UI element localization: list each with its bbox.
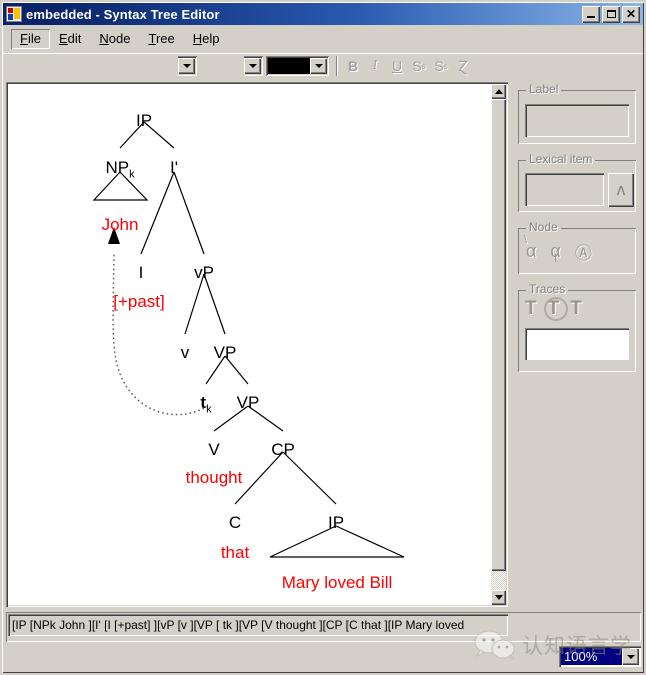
strikethrough-button[interactable]: Ɀ <box>452 56 474 77</box>
menu-item-help-rest: elp <box>202 31 220 46</box>
font-family-value <box>3 56 178 76</box>
close-icon: ✕ <box>625 7 637 21</box>
canvas-vertical-scrollbar[interactable] <box>491 84 506 605</box>
maximize-icon <box>606 10 616 18</box>
lexical-item-input[interactable] <box>525 173 604 206</box>
menu-item-file-rest: ile <box>27 31 41 46</box>
tree-node-cp[interactable]: CP <box>271 441 295 458</box>
triangle-icon: ʌ <box>616 180 626 199</box>
minimize-button[interactable] <box>582 5 600 23</box>
zoom-value[interactable]: 100% <box>561 648 622 665</box>
node-group: Node \ α α Ⓐ <box>518 220 636 274</box>
tree-canvas-container: IP NPk I' John I [+past] vP v VP tk VP V… <box>6 82 508 607</box>
tools-side-panel: Label Lexical item ʌ Node \ α α Ⓐ Traces… <box>513 82 641 607</box>
scroll-up-icon[interactable] <box>491 84 506 99</box>
node-alpha-bar-icon[interactable]: α <box>550 241 561 262</box>
superscript-button[interactable]: Ss <box>430 56 452 77</box>
subscript-button[interactable]: Ss <box>408 56 430 77</box>
label-group-title: Label <box>526 82 562 96</box>
lexical-item-group-title: Lexical item <box>526 152 596 166</box>
trace-t-icon[interactable]: T <box>525 298 537 320</box>
scrollbar-thumb[interactable] <box>491 99 506 571</box>
tree-node-ip-embedded[interactable]: IP <box>328 514 344 531</box>
label-input[interactable] <box>525 104 629 137</box>
tree-node-trace-k[interactable]: tk <box>200 394 211 415</box>
tree-node-ip-root[interactable]: IP <box>136 112 152 129</box>
font-family-combo[interactable] <box>3 56 197 76</box>
tree-node-thought[interactable]: thought <box>186 469 243 486</box>
close-button[interactable]: ✕ <box>622 5 640 23</box>
syntax-tree: IP NPk I' John I [+past] vP v VP tk VP V… <box>8 84 491 605</box>
tree-node-mary-loved-bill[interactable]: Mary loved Bill <box>282 574 393 591</box>
syntax-tree-editor-window: embedded - Syntax Tree Editor ✕ File Edi… <box>0 0 646 675</box>
format-toolbar: B I U Ss Ss Ɀ <box>3 53 643 78</box>
menu-item-tree[interactable]: Tree <box>139 29 183 49</box>
tree-node-v-head[interactable]: V <box>208 441 219 458</box>
chevron-down-icon[interactable] <box>622 648 639 665</box>
tree-canvas[interactable]: IP NPk I' John I [+past] vP v VP tk VP V… <box>8 84 491 605</box>
menu-item-tree-rest: ree <box>155 31 175 46</box>
font-color-swatch <box>268 58 310 74</box>
app-squares-icon <box>6 6 22 22</box>
minimize-icon <box>587 16 595 18</box>
status-bar: 100% <box>3 644 643 672</box>
tree-node-c-head[interactable]: C <box>229 514 241 531</box>
tree-node-v-small[interactable]: v <box>181 344 190 361</box>
tree-node-npk-label: NP <box>105 158 130 177</box>
lexical-item-group: Lexical item ʌ <box>518 152 636 212</box>
toolbar-separator <box>336 56 338 76</box>
node-alpha-circled-icon[interactable]: Ⓐ <box>575 239 592 264</box>
tree-node-npk-index: k <box>129 168 135 181</box>
tree-node-npk[interactable]: NPk <box>105 159 134 180</box>
window-title: embedded - Syntax Tree Editor <box>26 6 220 22</box>
traces-group-title: Traces <box>526 282 569 296</box>
node-group-title: Node <box>526 220 561 234</box>
tree-node-vp-small[interactable]: vP <box>194 264 214 281</box>
traces-group: Traces T T T <box>518 282 636 372</box>
traces-input[interactable] <box>525 328 629 360</box>
chevron-down-icon[interactable] <box>244 58 261 74</box>
tree-node-john[interactable]: John <box>102 216 139 233</box>
menu-item-edit-rest: dit <box>67 31 82 46</box>
menu-item-node[interactable]: Node <box>90 29 139 49</box>
menu-item-help[interactable]: Help <box>184 29 229 49</box>
scroll-down-icon[interactable] <box>491 590 506 605</box>
menu-item-node-rest: ode <box>108 31 131 46</box>
title-bar: embedded - Syntax Tree Editor ✕ <box>3 3 643 25</box>
trace-t-circled-icon[interactable]: T <box>543 297 568 321</box>
bold-button[interactable]: B <box>342 56 364 77</box>
underline-button[interactable]: U <box>386 56 408 77</box>
bracket-notation-input[interactable]: [IP [NPk John ][I' [I [+past] ][vP [v ][… <box>8 614 508 636</box>
font-size-value <box>200 56 244 76</box>
scrollbar-track[interactable] <box>491 99 506 590</box>
trace-t-plain-icon[interactable]: T <box>570 298 582 320</box>
chevron-down-icon[interactable] <box>310 58 327 74</box>
tree-branches <box>92 121 405 558</box>
maximize-button[interactable] <box>602 5 620 23</box>
font-size-combo[interactable] <box>200 56 263 76</box>
zoom-combo[interactable]: 100% <box>559 646 641 667</box>
tree-node-past[interactable]: [+past] <box>113 293 165 310</box>
node-alpha-slash-icon[interactable]: \ α <box>524 234 537 262</box>
label-group: Label <box>518 82 636 144</box>
menu-bar: File Edit Node Tree Help <box>3 28 643 50</box>
tree-node-vp-big-2[interactable]: VP <box>237 394 260 411</box>
menu-item-file[interactable]: File <box>11 29 50 49</box>
tree-node-vp-big-1[interactable]: VP <box>214 344 237 361</box>
chevron-down-icon[interactable] <box>178 58 195 74</box>
tree-node-trace-index: k <box>206 403 212 416</box>
superscript-label: S <box>434 58 444 74</box>
italic-button[interactable]: I <box>364 56 386 77</box>
node-alpha-slash-glyph: α <box>526 241 537 261</box>
font-color-combo[interactable] <box>266 56 329 76</box>
tree-node-that[interactable]: that <box>221 544 249 561</box>
bracket-notation-bar: [IP [NPk John ][I' [I [+past] ][vP [v ][… <box>6 612 641 642</box>
triangle-node-button[interactable]: ʌ <box>608 173 634 207</box>
tree-node-i-bar[interactable]: I' <box>170 159 178 176</box>
tree-node-i-head[interactable]: I <box>139 264 144 281</box>
menu-item-edit[interactable]: Edit <box>50 29 90 49</box>
subscript-label: S <box>412 58 422 74</box>
